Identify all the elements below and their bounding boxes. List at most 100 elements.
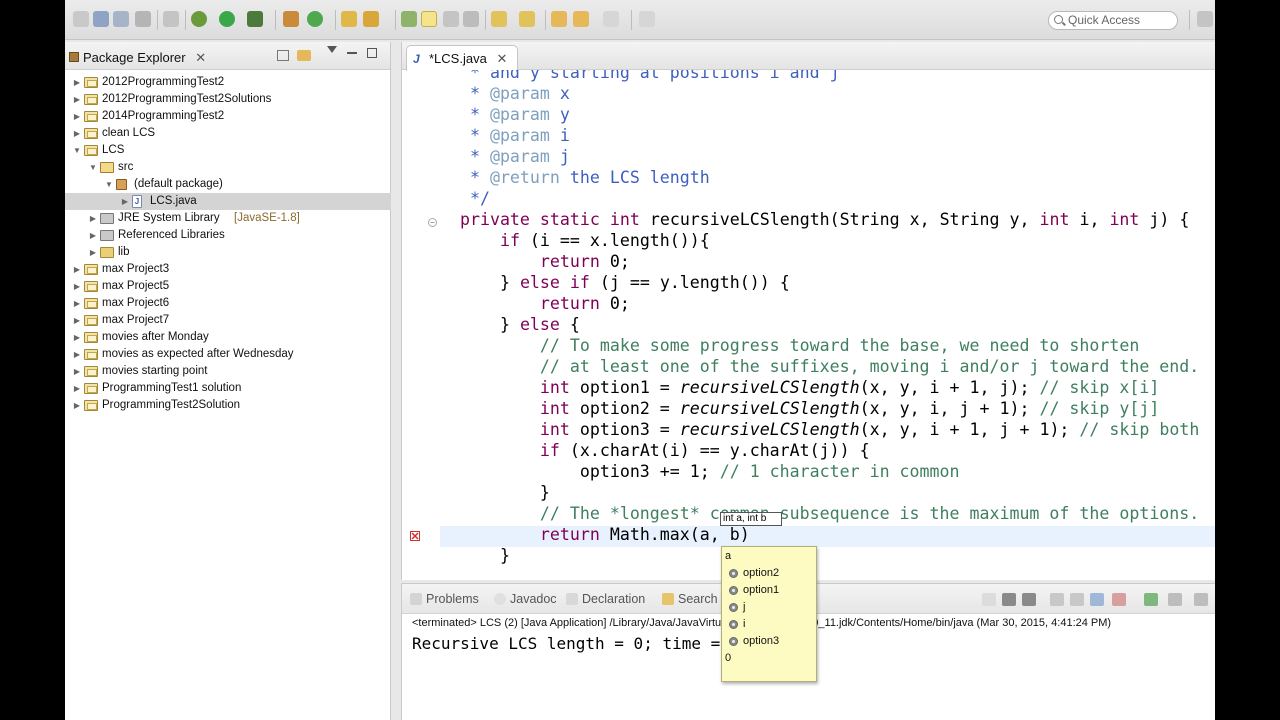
code-editor[interactable]: − * and y starting at positions i and j … bbox=[402, 70, 1215, 580]
maximize-icon[interactable] bbox=[367, 48, 377, 58]
clear-console-icon[interactable] bbox=[1050, 593, 1064, 606]
run-external-icon[interactable] bbox=[247, 11, 263, 27]
tab-declaration[interactable]: Declaration bbox=[566, 592, 645, 606]
open-task-icon[interactable] bbox=[363, 11, 379, 27]
console-output[interactable]: Recursive LCS length = 0; time = 0 bbox=[412, 634, 740, 653]
package-explorer-tab[interactable]: Package Explorer ✕ bbox=[65, 45, 214, 70]
pin-editor-icon[interactable] bbox=[639, 11, 655, 27]
completion-item[interactable]: j bbox=[722, 599, 816, 616]
tree-item[interactable]: ▶ max Project5 bbox=[65, 278, 391, 295]
show-on-error-icon[interactable] bbox=[1112, 593, 1126, 606]
collapsed-arrow-icon[interactable]: ▶ bbox=[72, 363, 82, 380]
next-annotation-icon[interactable] bbox=[491, 11, 507, 27]
collapsed-arrow-icon[interactable]: ▶ bbox=[72, 295, 82, 312]
minimize-icon[interactable] bbox=[347, 52, 357, 54]
expanded-arrow-icon[interactable]: ▼ bbox=[104, 176, 114, 193]
collapsed-arrow-icon[interactable]: ▶ bbox=[72, 74, 82, 91]
completion-item[interactable]: i bbox=[722, 616, 816, 633]
completion-item[interactable]: 0 bbox=[722, 650, 816, 667]
quick-access-field[interactable]: Quick Access bbox=[1048, 11, 1178, 30]
error-marker-icon[interactable] bbox=[410, 531, 420, 541]
debug-icon[interactable] bbox=[191, 11, 207, 27]
java-file-icon: J bbox=[132, 195, 142, 208]
tree-item[interactable]: ▶ ProgrammingTest2Solution bbox=[65, 397, 391, 414]
tree-item[interactable]: ▶ J LCS.java bbox=[65, 193, 391, 210]
content-assist-popup[interactable]: a option2 option1 j i option3 0 bbox=[721, 546, 817, 682]
completion-item[interactable]: option1 bbox=[722, 582, 816, 599]
collapsed-arrow-icon[interactable]: ▶ bbox=[72, 91, 82, 108]
tab-lcs-java[interactable]: J *LCS.java ✕ bbox=[406, 45, 519, 71]
tree-item[interactable]: ▶ 2012ProgrammingTest2 bbox=[65, 74, 391, 91]
tab-search[interactable]: Search bbox=[662, 592, 718, 606]
collapsed-arrow-icon[interactable]: ▶ bbox=[72, 329, 82, 346]
completion-item[interactable]: a bbox=[722, 548, 816, 565]
show-on-output-icon[interactable] bbox=[1090, 593, 1104, 606]
terminate-icon[interactable] bbox=[982, 593, 996, 606]
collapsed-arrow-icon[interactable]: ▶ bbox=[120, 193, 130, 210]
new-java-project-icon[interactable] bbox=[283, 11, 299, 27]
tree-item[interactable]: ▶ max Project3 bbox=[65, 261, 391, 278]
open-type-icon[interactable] bbox=[341, 11, 357, 27]
collapsed-arrow-icon[interactable]: ▶ bbox=[72, 108, 82, 125]
collapsed-arrow-icon[interactable]: ▶ bbox=[72, 125, 82, 142]
tree-item[interactable]: ▼ (default package) bbox=[65, 176, 391, 193]
display-console-icon[interactable] bbox=[1168, 593, 1182, 606]
collapsed-arrow-icon[interactable]: ▶ bbox=[72, 278, 82, 295]
open-console-icon[interactable] bbox=[1194, 593, 1208, 606]
previous-annotation-icon[interactable] bbox=[519, 11, 535, 27]
save-all-icon[interactable] bbox=[113, 11, 129, 27]
remove-all-terminated-icon[interactable] bbox=[1022, 593, 1036, 606]
tab-problems[interactable]: Problems bbox=[410, 592, 479, 606]
last-edit-location-icon[interactable] bbox=[551, 11, 567, 27]
tree-item[interactable]: ▶ Referenced Libraries bbox=[65, 227, 391, 244]
view-menu-icon[interactable] bbox=[327, 46, 337, 53]
completion-item[interactable]: option3 bbox=[722, 633, 816, 650]
link-with-editor-icon[interactable] bbox=[297, 50, 311, 61]
tab-javadoc[interactable]: Javadoc bbox=[494, 592, 557, 606]
collapsed-arrow-icon[interactable]: ▶ bbox=[72, 261, 82, 278]
close-icon[interactable]: ✕ bbox=[496, 51, 507, 66]
remove-launch-icon[interactable] bbox=[1002, 593, 1016, 606]
collapsed-arrow-icon[interactable]: ▶ bbox=[72, 346, 82, 363]
collapsed-arrow-icon[interactable]: ▶ bbox=[72, 312, 82, 329]
perspective-icon[interactable] bbox=[1197, 11, 1213, 27]
new-class-icon[interactable] bbox=[307, 11, 323, 27]
tree-item[interactable]: ▶ JRE System Library [JavaSE-1.8] bbox=[65, 210, 391, 227]
tree-item[interactable]: ▶ movies after Monday bbox=[65, 329, 391, 346]
tree-item[interactable]: ▶ movies as expected after Wednesday bbox=[65, 346, 391, 363]
tree-item[interactable]: ▶ max Project7 bbox=[65, 312, 391, 329]
show-whitespace-icon[interactable] bbox=[463, 11, 479, 27]
collapsed-arrow-icon[interactable]: ▶ bbox=[88, 244, 98, 261]
mark-occurrences-icon[interactable] bbox=[401, 11, 417, 27]
expanded-arrow-icon[interactable]: ▼ bbox=[88, 159, 98, 176]
highlight-icon[interactable] bbox=[421, 11, 437, 27]
print-icon[interactable] bbox=[135, 11, 151, 27]
completion-item[interactable]: option2 bbox=[722, 565, 816, 582]
tree-item[interactable]: ▶ clean LCS bbox=[65, 125, 391, 142]
block-selection-icon[interactable] bbox=[443, 11, 459, 27]
tree-item[interactable]: ▶ max Project6 bbox=[65, 295, 391, 312]
tree-item[interactable]: ▶ movies starting point bbox=[65, 363, 391, 380]
collapsed-arrow-icon[interactable]: ▶ bbox=[72, 397, 82, 414]
tree-item[interactable]: ▶ ProgrammingTest1 solution bbox=[65, 380, 391, 397]
collapsed-arrow-icon[interactable]: ▶ bbox=[88, 227, 98, 244]
collapse-all-icon[interactable] bbox=[277, 50, 289, 61]
collapsed-arrow-icon[interactable]: ▶ bbox=[72, 380, 82, 397]
save-icon[interactable] bbox=[93, 11, 109, 27]
tree-item[interactable]: ▼ src bbox=[65, 159, 391, 176]
tree-item[interactable]: ▶ 2012ProgrammingTest2Solutions bbox=[65, 91, 391, 108]
fold-icon[interactable]: − bbox=[428, 218, 437, 227]
pin-console-icon[interactable] bbox=[1144, 593, 1158, 606]
new-icon[interactable] bbox=[73, 11, 89, 27]
scroll-lock-icon[interactable] bbox=[1070, 593, 1084, 606]
close-icon[interactable]: ✕ bbox=[195, 50, 206, 65]
back-icon[interactable] bbox=[573, 11, 589, 27]
run-icon[interactable] bbox=[219, 11, 235, 27]
collapsed-arrow-icon[interactable]: ▶ bbox=[88, 210, 98, 227]
tree-item[interactable]: ▶ lib bbox=[65, 244, 391, 261]
expanded-arrow-icon[interactable]: ▼ bbox=[72, 142, 82, 159]
tree-item[interactable]: ▼ LCS bbox=[65, 142, 391, 159]
tree-item[interactable]: ▶ 2014ProgrammingTest2 bbox=[65, 108, 391, 125]
skip-breakpoints-icon[interactable] bbox=[163, 11, 179, 27]
forward-icon[interactable] bbox=[603, 11, 619, 27]
